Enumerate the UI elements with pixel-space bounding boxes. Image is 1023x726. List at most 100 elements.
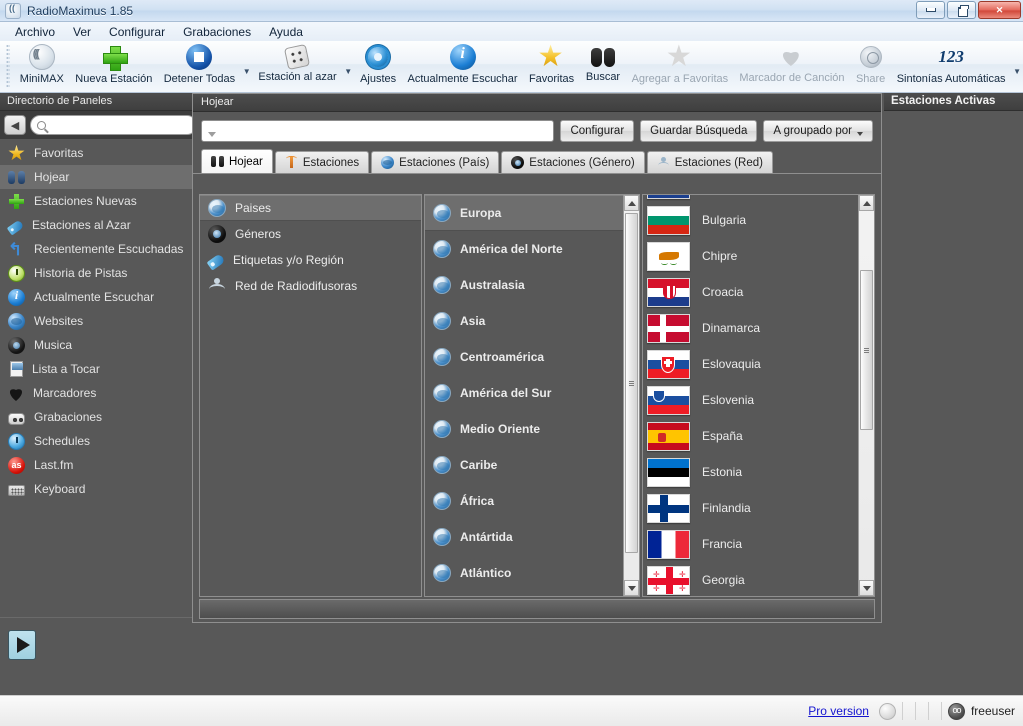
- sidebar-item-grabaciones[interactable]: Grabaciones: [0, 405, 192, 429]
- list-item[interactable]: Antártida: [425, 519, 623, 555]
- play-button[interactable]: [8, 630, 36, 660]
- list-item[interactable]: América del Sur: [425, 375, 623, 411]
- list-item[interactable]: España: [643, 418, 858, 454]
- list-item[interactable]: África: [425, 483, 623, 519]
- toolbar-button-marcador-de-cancion[interactable]: Marcador de Canción: [734, 41, 850, 91]
- toolbar-button-agregar-a-favoritas[interactable]: Agregar a Favoritas: [626, 41, 734, 91]
- tab-estaciones-red[interactable]: Estaciones (Red): [647, 151, 773, 173]
- list-item[interactable]: Etiquetas y/o Región: [200, 247, 421, 273]
- menu-item-archivo[interactable]: Archivo: [6, 23, 64, 41]
- scroll-down-button[interactable]: [859, 580, 874, 596]
- numbers-123-icon: 123: [936, 44, 966, 70]
- list-item[interactable]: Red de Radiodifusoras: [200, 273, 421, 299]
- list-item[interactable]: Paises: [200, 195, 421, 221]
- speaker-mute-icon[interactable]: [879, 703, 896, 720]
- scroll-down-button[interactable]: [624, 580, 639, 596]
- scroll-thumb[interactable]: [625, 213, 638, 553]
- clock-icon: [8, 265, 25, 282]
- scroll-thumb[interactable]: [860, 270, 873, 430]
- list-item[interactable]: Medio Oriente: [425, 411, 623, 447]
- scroll-up-button[interactable]: [624, 195, 639, 211]
- lastfm-user-icon[interactable]: [948, 703, 965, 720]
- toolbar-button-minimax[interactable]: MiniMAX: [14, 41, 70, 91]
- menu-item-ayuda[interactable]: Ayuda: [260, 23, 312, 41]
- list-item[interactable]: Asia: [425, 303, 623, 339]
- minimize-button[interactable]: [916, 1, 945, 19]
- menu-item-configurar[interactable]: Configurar: [100, 23, 174, 41]
- menu-item-ver[interactable]: Ver: [64, 23, 100, 41]
- toolbar-button-actualmente-escuchar[interactable]: Actualmente Escuchar: [402, 41, 523, 91]
- sidebar-item-favoritas[interactable]: Favoritas: [0, 141, 192, 165]
- list-item[interactable]: Géneros: [200, 221, 421, 247]
- toolbar-button-share[interactable]: Share: [850, 41, 891, 91]
- toolbar-button-buscar[interactable]: Buscar: [580, 41, 626, 91]
- list-item[interactable]: [425, 591, 623, 596]
- back-button[interactable]: ◀: [4, 115, 26, 135]
- list-item[interactable]: Centroamérica: [425, 339, 623, 375]
- list-item[interactable]: Croacia: [643, 274, 858, 310]
- tab-estaciones-genero[interactable]: Estaciones (Género): [501, 151, 644, 173]
- sintonias-automaticas-dropdown-arrow[interactable]: ▼: [1011, 41, 1023, 91]
- agrupado-por-button[interactable]: A groupado por: [763, 120, 873, 142]
- region-scrollbar[interactable]: [623, 195, 639, 596]
- tab-estaciones[interactable]: Estaciones: [275, 151, 369, 173]
- list-item[interactable]: América del Norte: [425, 231, 623, 267]
- list-item[interactable]: Estonia: [643, 454, 858, 490]
- sidebar-item-estaciones-al-azar[interactable]: Estaciones al Azar: [0, 213, 192, 237]
- list-item[interactable]: Bulgaria: [643, 202, 858, 238]
- configurar-button[interactable]: Configurar: [560, 120, 634, 142]
- guardar-busqueda-button[interactable]: Guardar Búsqueda: [640, 120, 757, 142]
- sidebar-item-recientemente-escuchadas[interactable]: ↰ Recientemente Escuchadas: [0, 237, 192, 261]
- divider: [915, 702, 916, 720]
- list-item-label: Dinamarca: [702, 321, 760, 335]
- sidebar-item-historia-de-pistas[interactable]: Historia de Pistas: [0, 261, 192, 285]
- globe-icon: [433, 420, 451, 438]
- list-item[interactable]: Francia: [643, 526, 858, 562]
- close-button[interactable]: ✕: [978, 1, 1021, 19]
- list-item[interactable]: Europa: [425, 195, 623, 231]
- sidebar-item-lastfm[interactable]: Last.fm: [0, 453, 192, 477]
- list-item[interactable]: Australasia: [425, 267, 623, 303]
- sidebar-item-websites[interactable]: Websites: [0, 309, 192, 333]
- sidebar-search-input[interactable]: [50, 118, 196, 132]
- list-item[interactable]: Eslovaquia: [643, 346, 858, 382]
- query-input[interactable]: [216, 121, 553, 141]
- sidebar-item-lista-a-tocar[interactable]: Lista a Tocar: [0, 357, 192, 381]
- tab-hojear[interactable]: Hojear: [201, 149, 273, 173]
- detener-todas-dropdown-arrow[interactable]: ▼: [241, 41, 253, 91]
- sidebar-search-box[interactable]: [30, 115, 197, 135]
- toolbar-button-sintonias-automaticas[interactable]: 123 Sintonías Automáticas: [891, 41, 1011, 91]
- list-item[interactable]: [643, 194, 858, 202]
- chevron-down-icon[interactable]: [208, 132, 216, 137]
- toolbar-button-ajustes[interactable]: Ajustes: [354, 41, 402, 91]
- toolbar-button-nueva-estacion[interactable]: Nueva Estación: [70, 41, 158, 91]
- toolbar-grip[interactable]: [6, 44, 10, 88]
- toolbar-button-detener-todas[interactable]: Detener Todas: [158, 41, 241, 91]
- pro-version-link[interactable]: Pro version: [808, 704, 869, 718]
- scroll-up-button[interactable]: [859, 195, 874, 211]
- country-scrollbar[interactable]: [858, 195, 874, 596]
- list-item[interactable]: Eslovenia: [643, 382, 858, 418]
- list-item[interactable]: Caribe: [425, 447, 623, 483]
- sidebar-item-schedules[interactable]: Schedules: [0, 429, 192, 453]
- estacion-al-azar-dropdown-arrow[interactable]: ▼: [342, 41, 354, 91]
- list-item[interactable]: Chipre: [643, 238, 858, 274]
- sidebar-item-estaciones-nuevas[interactable]: Estaciones Nuevas: [0, 189, 192, 213]
- list-item[interactable]: Finlandia: [643, 490, 858, 526]
- sidebar-item-hojear[interactable]: Hojear: [0, 165, 192, 189]
- query-field[interactable]: [201, 120, 554, 142]
- globe-icon: [433, 528, 451, 546]
- list-item[interactable]: Atlántico: [425, 555, 623, 591]
- list-item[interactable]: ✛ ✛ ✛ ✛ Georgia: [643, 562, 858, 596]
- region-list: Europa América del Norte Australasia: [425, 195, 623, 596]
- sidebar-item-marcadores[interactable]: Marcadores: [0, 381, 192, 405]
- menu-item-grabaciones[interactable]: Grabaciones: [174, 23, 260, 41]
- sidebar-item-musica[interactable]: Musica: [0, 333, 192, 357]
- restore-button[interactable]: [947, 1, 976, 19]
- toolbar-button-estacion-al-azar[interactable]: Estación al azar: [253, 41, 343, 91]
- list-item[interactable]: Dinamarca: [643, 310, 858, 346]
- tab-estaciones-pais[interactable]: Estaciones (País): [371, 151, 499, 173]
- toolbar-button-favoritas[interactable]: Favoritas: [523, 41, 580, 91]
- sidebar-item-actualmente-escuchar[interactable]: Actualmente Escuchar: [0, 285, 192, 309]
- sidebar-item-keyboard[interactable]: Keyboard: [0, 477, 192, 501]
